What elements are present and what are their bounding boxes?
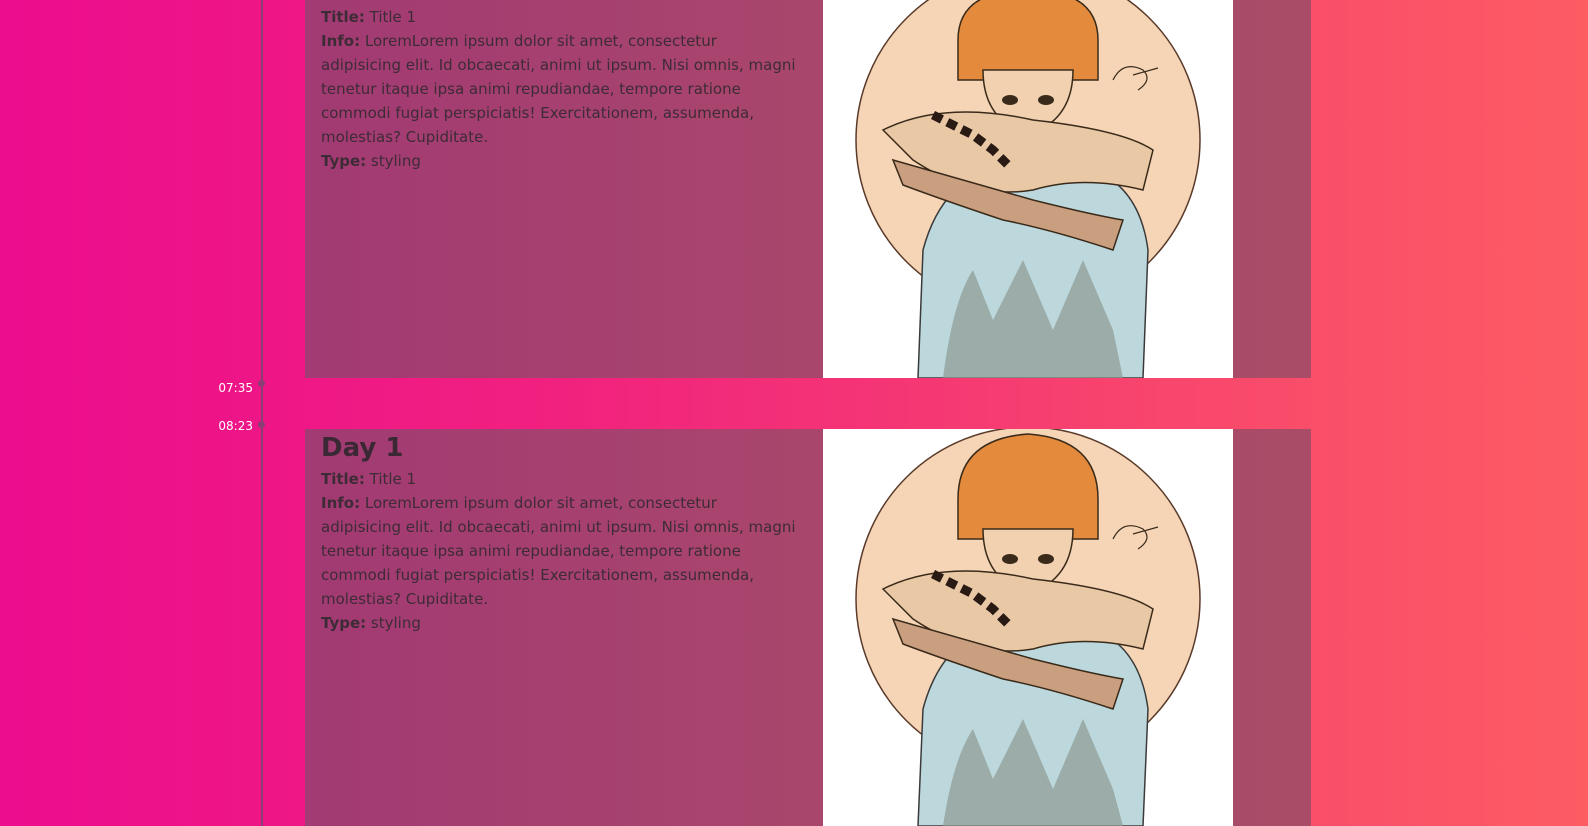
type-value: styling — [366, 152, 421, 170]
card-illustration — [823, 429, 1233, 826]
info-label: Info: — [321, 494, 361, 512]
title-label: Title: — [321, 8, 365, 26]
type-label: Type: — [321, 152, 367, 170]
illustration-image — [823, 429, 1233, 826]
timeline-dot — [258, 421, 265, 428]
timeline-card: Day 1 Title: Title 1 Info: LoremLorem ip… — [305, 429, 1311, 826]
timeline-dot — [258, 380, 265, 387]
timeline-time: 08:23 — [218, 419, 253, 433]
timeline-time: 07:35 — [218, 381, 253, 395]
title-value: Title 1 — [364, 8, 417, 26]
card-details: Title: Title 1 Info: LoremLorem ipsum do… — [321, 5, 801, 173]
info-value: LoremLorem ipsum dolor sit amet, consect… — [321, 494, 796, 608]
type-value: styling — [366, 614, 421, 632]
type-label: Type: — [321, 614, 367, 632]
info-value: LoremLorem ipsum dolor sit amet, consect… — [321, 32, 796, 146]
info-label: Info: — [321, 32, 361, 50]
card-illustration — [823, 0, 1233, 378]
card-details: Day 1 Title: Title 1 Info: LoremLorem ip… — [321, 431, 801, 635]
timeline-line — [261, 0, 263, 826]
title-label: Title: — [321, 470, 365, 488]
illustration-image — [823, 0, 1233, 378]
card-title: Day 1 — [321, 433, 404, 463]
timeline-card: Title: Title 1 Info: LoremLorem ipsum do… — [305, 0, 1311, 378]
title-value: Title 1 — [364, 470, 417, 488]
